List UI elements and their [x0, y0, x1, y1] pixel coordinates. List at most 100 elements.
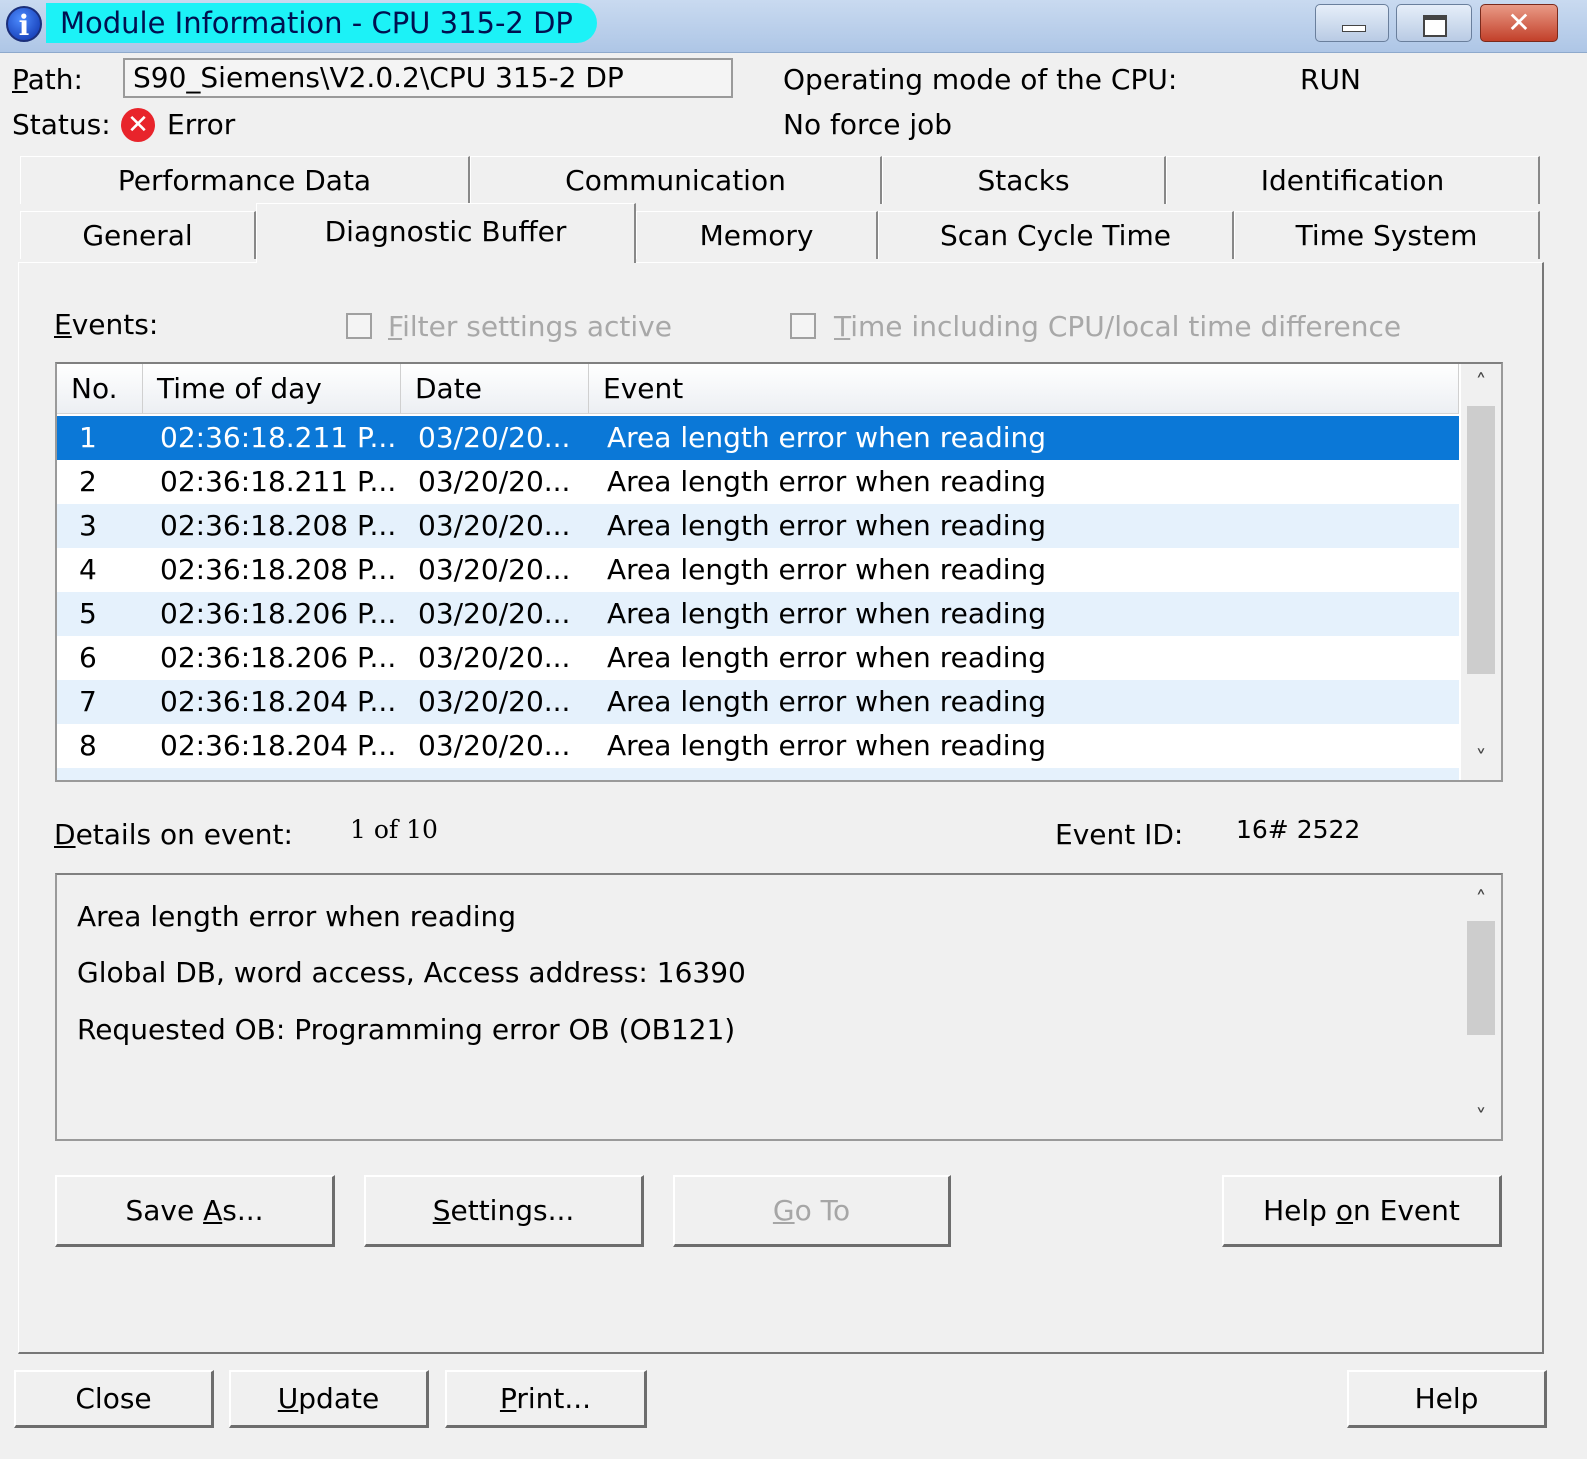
cell-event: Area length error when reading — [607, 553, 1047, 586]
cell-date: 03/20/20... — [418, 553, 571, 586]
table-row[interactable]: 1 02:36:18.211 P... 03/20/20... Area length… — [57, 416, 1459, 460]
update-button[interactable]: Update — [229, 1370, 429, 1428]
time-difference-checkbox[interactable] — [790, 313, 816, 339]
cell-no: 7 — [79, 685, 97, 718]
tab-memory[interactable]: Memory — [636, 211, 878, 259]
events-table[interactable]: No. Time of day Date Event 1 02:36:18.211… — [55, 362, 1503, 782]
table-row[interactable]: 4 02:36:18.208 P... 03/20/20... Area length… — [57, 548, 1459, 592]
cell-no: 4 — [79, 553, 97, 586]
cell-event: Area length error when reading — [607, 685, 1047, 718]
save-as-text-rest: s... — [222, 1194, 264, 1227]
force-job-status: No force job — [783, 108, 953, 141]
tab-stacks[interactable]: Stacks — [882, 156, 1166, 204]
close-icon: ✕ — [1507, 6, 1531, 39]
operating-mode-value: RUN — [1300, 63, 1361, 96]
save-as-button[interactable]: Save As... — [55, 1175, 335, 1247]
tab-time-system[interactable]: Time System — [1234, 211, 1540, 259]
tab-scan-cycle-time[interactable]: Scan Cycle Time — [878, 211, 1234, 259]
table-row[interactable]: 8 02:36:18.204 P... 03/20/20... Area length… — [57, 724, 1459, 768]
event-id-label: Event ID: — [1055, 818, 1184, 851]
time-label-mnemonic: T — [834, 310, 851, 343]
print-button[interactable]: Print... — [445, 1370, 647, 1428]
minimize-button[interactable] — [1315, 4, 1389, 42]
window-title: Module Information - CPU 315-2 DP — [46, 3, 597, 43]
cell-time: 02:36:18.211 P... — [160, 465, 397, 498]
table-row[interactable]: 3 02:36:18.208 P... 03/20/20... Area length… — [57, 504, 1459, 548]
close-button[interactable]: Close — [14, 1370, 214, 1428]
table-row[interactable]: 5 02:36:18.206 P... 03/20/20... Area length… — [57, 592, 1459, 636]
path-label-text: ath: — [27, 63, 83, 96]
cell-date: 03/20/20... — [418, 509, 571, 542]
go-to-mnemonic: G — [772, 1194, 795, 1227]
details-label: Details on event: — [54, 817, 293, 853]
go-to-button[interactable]: Go To — [673, 1175, 951, 1247]
print-text: rint... — [516, 1382, 592, 1415]
path-label: Path: — [12, 62, 83, 98]
settings-button[interactable]: Settings... — [364, 1175, 644, 1247]
cell-date: 03/20/20... — [418, 421, 571, 454]
cell-date: 03/20/20... — [418, 597, 571, 630]
scroll-up-icon[interactable]: ˄ — [1461, 366, 1501, 402]
cell-no: 6 — [79, 641, 97, 674]
cell-event: Area length error when reading — [607, 641, 1047, 674]
help-event-mnemonic: o — [1335, 1194, 1353, 1227]
cell-time: 02:36:18.206 P... — [160, 641, 397, 674]
cell-no: 2 — [79, 465, 97, 498]
cell-time: 02:36:18.204 P... — [160, 685, 397, 718]
tab-general[interactable]: General — [20, 211, 256, 259]
table-row[interactable]: 2 02:36:18.211 P... 03/20/20... Area length… — [57, 460, 1459, 504]
event-counter: 1 of 10 — [350, 815, 438, 844]
cell-no: 1 — [79, 421, 97, 454]
column-header-no[interactable]: No. — [57, 364, 143, 414]
filter-label-text: ilter settings active — [402, 310, 672, 343]
maximize-button[interactable] — [1396, 4, 1472, 42]
column-header-date[interactable]: Date — [401, 364, 589, 414]
path-field[interactable]: S90_Siemens\V2.0.2\CPU 315-2 DP — [123, 58, 733, 98]
help-event-text-rest: n Event — [1353, 1194, 1460, 1227]
events-scrollbar[interactable]: ˄ ˅ — [1461, 364, 1501, 780]
scrollbar-thumb[interactable] — [1467, 921, 1495, 1035]
column-header-event[interactable]: Event — [589, 364, 1459, 414]
status-label: Status: — [12, 108, 111, 141]
filter-settings-label: Filter settings active — [388, 309, 672, 345]
module-info-icon: i — [6, 6, 42, 42]
error-icon: ✕ — [121, 108, 155, 142]
column-header-time[interactable]: Time of day — [143, 364, 401, 414]
cell-event: Area length error when reading — [607, 729, 1047, 762]
settings-text: ettings... — [450, 1194, 575, 1227]
help-event-text: Help — [1263, 1194, 1336, 1227]
filter-settings-checkbox[interactable] — [346, 313, 372, 339]
go-to-text: o To — [794, 1194, 851, 1227]
print-mnemonic: P — [499, 1382, 517, 1415]
tab-diagnostic-buffer[interactable]: Diagnostic Buffer — [256, 203, 636, 263]
cell-no: 8 — [79, 729, 97, 762]
scrollbar-thumb[interactable] — [1467, 406, 1495, 674]
event-details-box[interactable]: Area length error when reading Global DB… — [55, 873, 1503, 1141]
table-row[interactable]: 6 02:36:18.206 P... 03/20/20... Area length… — [57, 636, 1459, 680]
details-label-mnemonic: D — [54, 818, 76, 851]
details-scrollbar[interactable]: ˄ ˅ — [1461, 875, 1501, 1139]
tab-identification[interactable]: Identification — [1166, 156, 1540, 204]
events-label-mnemonic: E — [54, 308, 72, 341]
help-button[interactable]: Help — [1347, 1370, 1547, 1428]
time-label-text: ime including CPU/local time difference — [850, 310, 1402, 343]
scroll-up-icon[interactable]: ˄ — [1461, 883, 1501, 919]
tab-performance-data[interactable]: Performance Data — [20, 156, 470, 204]
tab-communication[interactable]: Communication — [470, 156, 882, 204]
window-close-button[interactable]: ✕ — [1480, 4, 1558, 42]
detail-line: Area length error when reading — [77, 900, 517, 933]
scroll-down-icon[interactable]: ˅ — [1461, 742, 1501, 778]
cell-time: 02:36:18.206 P... — [160, 597, 397, 630]
scroll-down-icon[interactable]: ˅ — [1461, 1101, 1501, 1137]
settings-mnemonic: S — [432, 1194, 451, 1227]
cell-time: 02:36:18.208 P... — [160, 553, 397, 586]
save-as-mnemonic: A — [203, 1194, 223, 1227]
event-id-value: 16# 2522 — [1236, 815, 1361, 844]
operating-mode-label: Operating mode of the CPU: — [783, 63, 1178, 96]
help-on-event-button[interactable]: Help on Event — [1222, 1175, 1502, 1247]
cell-date: 03/20/20... — [418, 685, 571, 718]
cell-date: 03/20/20... — [418, 641, 571, 674]
table-row[interactable]: 7 02:36:18.204 P... 03/20/20... Area length… — [57, 680, 1459, 724]
update-mnemonic: U — [277, 1382, 299, 1415]
detail-line: Requested OB: Programming error OB (OB12… — [77, 1013, 736, 1046]
